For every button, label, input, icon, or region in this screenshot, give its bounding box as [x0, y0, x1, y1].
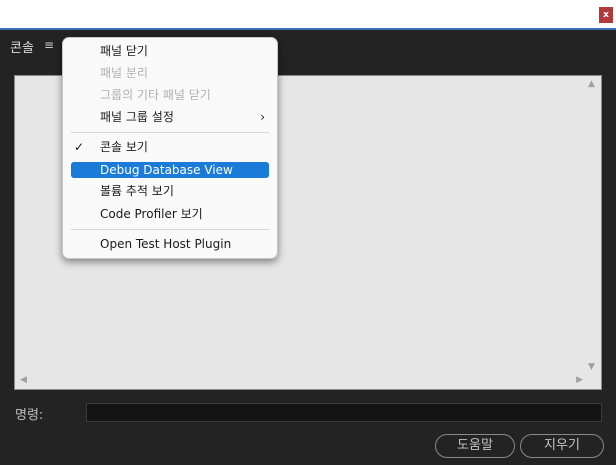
scroll-right-icon[interactable]: ▶	[576, 375, 583, 385]
chevron-right-icon: ›	[260, 110, 265, 124]
menu-item-close-panel[interactable]: 패널 닫기	[71, 43, 269, 59]
vertical-scrollbar[interactable]: ▲ ▼	[585, 76, 601, 374]
menu-item-label: 패널 분리	[100, 66, 148, 80]
scroll-down-icon[interactable]: ▼	[588, 362, 595, 372]
horizontal-scrollbar[interactable]: ◀ ▶	[15, 374, 586, 389]
menu-separator	[71, 229, 269, 230]
window-titlebar: x	[0, 0, 616, 30]
command-input[interactable]	[86, 403, 602, 422]
panel-menu-icon[interactable]: ≡	[44, 38, 54, 52]
command-label: 명령:	[15, 408, 44, 423]
panel-context-menu: 패널 닫기 패널 분리 그룹의 기타 패널 닫기 패널 그룹 설정 › ✓ 콘솔…	[62, 37, 278, 259]
menu-item-close-other-panels[interactable]: 그룹의 기타 패널 닫기	[71, 87, 269, 103]
menu-separator	[71, 132, 269, 133]
checkmark-icon: ✓	[74, 140, 85, 154]
tab-console[interactable]: 콘솔	[10, 37, 34, 56]
menu-item-label: Code Profiler 보기	[100, 207, 203, 221]
menu-item-panel-group-settings[interactable]: 패널 그룹 설정 ›	[71, 109, 269, 125]
close-button[interactable]: x	[599, 7, 613, 23]
scroll-up-icon[interactable]: ▲	[588, 79, 595, 89]
menu-item-show-volume-tracking[interactable]: 볼륨 추적 보기	[71, 183, 269, 199]
menu-item-undock-panel[interactable]: 패널 분리	[71, 65, 269, 81]
menu-item-show-code-profiler[interactable]: Code Profiler 보기	[71, 206, 269, 222]
menu-item-open-test-host-plugin[interactable]: Open Test Host Plugin	[71, 236, 269, 252]
help-button[interactable]: 도움말	[435, 434, 515, 458]
menu-item-label: 볼륨 추적 보기	[100, 184, 174, 198]
menu-item-label: Debug Database View	[100, 163, 233, 177]
menu-item-label: 패널 닫기	[100, 44, 148, 58]
menu-item-debug-database-view[interactable]: Debug Database View	[71, 162, 269, 178]
menu-item-label: 패널 그룹 설정	[100, 110, 174, 124]
menu-item-label: 그룹의 기타 패널 닫기	[100, 88, 211, 102]
clear-button[interactable]: 지우기	[520, 434, 604, 458]
menu-item-label: 콘솔 보기	[100, 140, 148, 154]
menu-item-show-console[interactable]: ✓ 콘솔 보기	[71, 139, 269, 155]
scroll-left-icon[interactable]: ◀	[20, 375, 27, 385]
menu-item-label: Open Test Host Plugin	[100, 237, 232, 251]
